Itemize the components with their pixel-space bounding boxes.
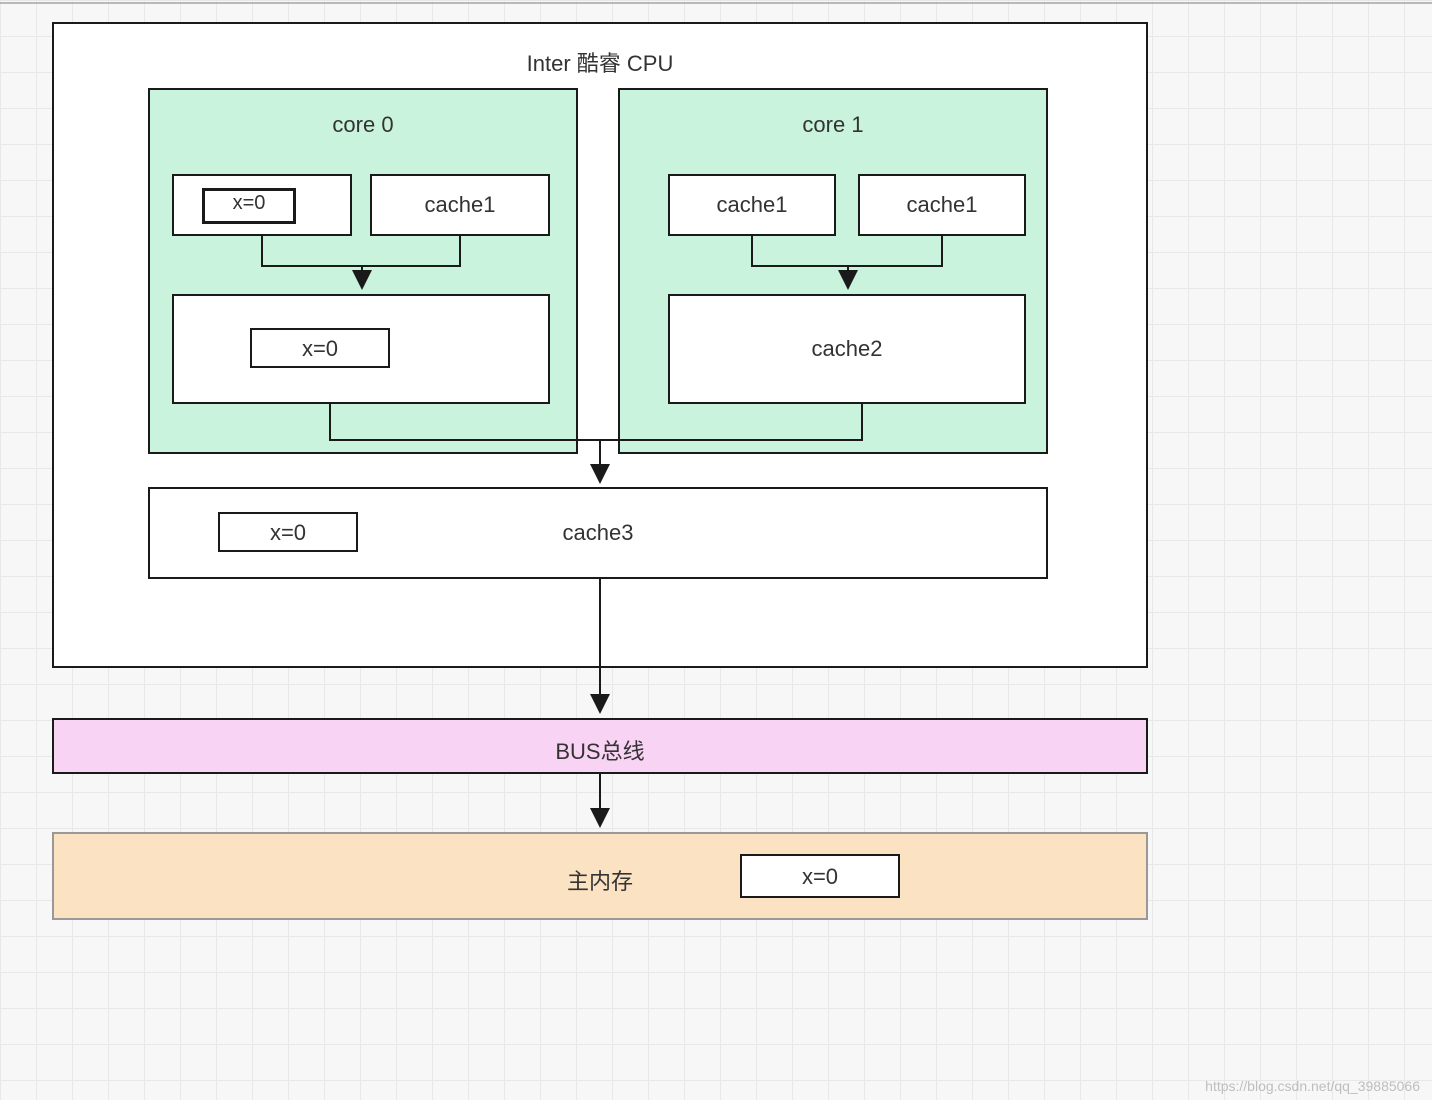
core0-l2-value-label: x=0: [250, 336, 390, 362]
l3-label: cache3: [148, 520, 1048, 546]
core0-l1-left-value-label: x=0: [202, 192, 296, 215]
watermark: https://blog.csdn.net/qq_39885066: [1205, 1078, 1420, 1094]
core1-l2-label: cache2: [668, 336, 1026, 362]
memory-value-label: x=0: [740, 864, 900, 890]
cpu-title: Inter 酷睿 CPU: [300, 46, 900, 78]
core0-title: core 0: [148, 112, 578, 138]
core1-l1-left-label: cache1: [668, 192, 836, 218]
diagram-stage: Inter 酷睿 CPU core 0 x=0 cache1 x=0 core …: [0, 0, 1432, 1100]
core1-title: core 1: [618, 112, 1048, 138]
core1-l1-right-label: cache1: [858, 192, 1026, 218]
memory-label: 主内存: [52, 864, 1148, 896]
bus-label: BUS总线: [52, 734, 1148, 766]
core0-l1-right-label: cache1: [370, 192, 550, 218]
